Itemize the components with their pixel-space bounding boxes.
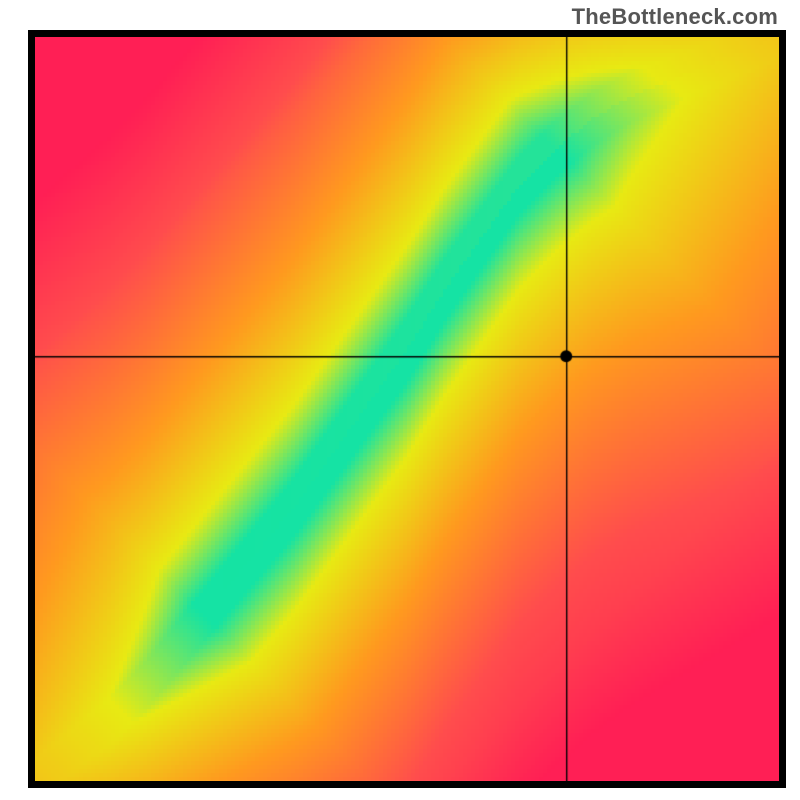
bottleneck-heatmap [35,37,779,781]
chart-frame [28,30,786,788]
watermark-text: TheBottleneck.com [572,4,778,30]
chart-container: TheBottleneck.com [0,0,800,800]
